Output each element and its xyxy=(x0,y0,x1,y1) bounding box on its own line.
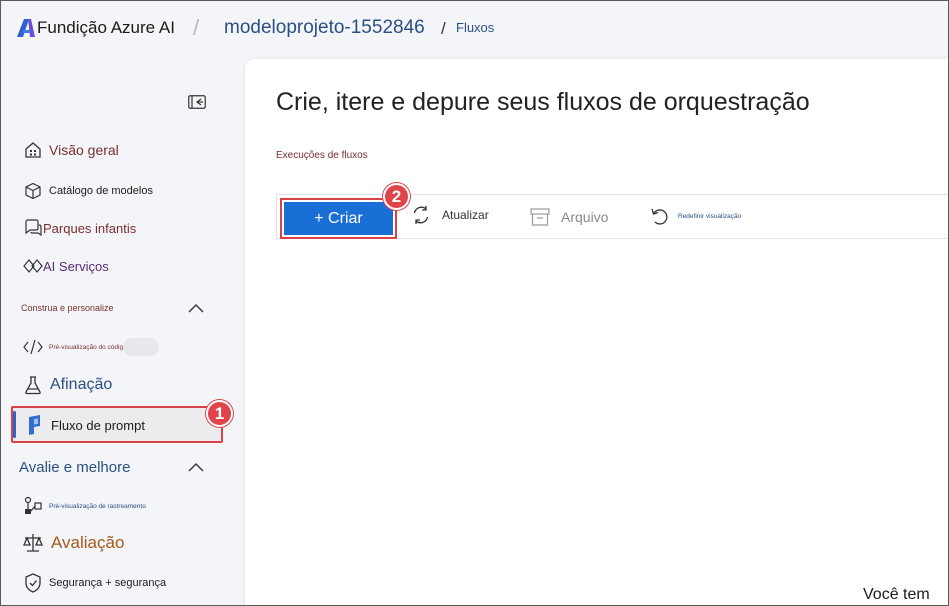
sidebar-item-code-preview[interactable]: Pré-visualização do código xyxy=(23,337,159,357)
page-title: Crie, itere e depure seus fluxos de orqu… xyxy=(276,88,810,116)
reset-icon xyxy=(649,206,669,226)
code-icon xyxy=(23,337,43,357)
sidebar-item-fine-tuning[interactable]: Afinação xyxy=(23,375,112,395)
top-bar: Fundição Azure AI / modeloprojeto-155284… xyxy=(1,1,948,57)
sidebar-item-label: Avaliação xyxy=(51,533,125,552)
sidebar-item-model-catalog[interactable]: Catálogo de modelos xyxy=(23,181,153,201)
sidebar-item-label: Fluxo de prompt xyxy=(51,417,145,433)
cube-icon xyxy=(23,181,43,201)
reset-view-label: Redefinir visualização xyxy=(678,212,742,220)
create-button-highlight: + Criar xyxy=(280,198,397,239)
sidebar-item-label: Segurança + segurança xyxy=(49,577,167,589)
flask-icon xyxy=(23,375,43,395)
sidebar-item-label: Pré-visualização do código xyxy=(49,343,127,351)
refresh-label: Atualizar xyxy=(442,208,489,222)
sidebar-item-ai-services[interactable]: AI Serviços xyxy=(23,256,109,276)
sidebar-item-label: Afinação xyxy=(50,376,113,393)
azure-ai-logo-icon xyxy=(17,19,35,37)
chat-bubbles-icon xyxy=(23,218,43,238)
collapse-sidebar-icon[interactable] xyxy=(188,95,206,109)
sidebar-item-label: Parques infantis xyxy=(43,220,137,236)
breadcrumb-current: Fluxos xyxy=(456,20,495,35)
selection-indicator xyxy=(13,411,16,438)
refresh-icon xyxy=(411,205,431,225)
tracing-icon xyxy=(23,496,43,516)
sidebar-item-prompt-flow[interactable]: Fluxo de prompt xyxy=(25,415,145,435)
reset-view-button[interactable]: Redefinir visualização xyxy=(649,206,741,226)
app-window: Fundição Azure AI / modeloprojeto-155284… xyxy=(0,0,949,606)
create-button[interactable]: + Criar xyxy=(284,202,393,235)
archive-button[interactable]: Arquivo xyxy=(530,207,608,227)
scale-icon xyxy=(23,533,43,553)
shield-icon xyxy=(23,573,43,593)
services-diamond-icon xyxy=(23,256,43,276)
tab-flow-runs[interactable]: Execuções de fluxos xyxy=(276,150,368,161)
archive-label: Arquivo xyxy=(561,209,609,225)
sidebar-item-overview[interactable]: Visão geral xyxy=(23,140,119,160)
home-grid-icon xyxy=(23,140,43,160)
preview-badge xyxy=(122,338,159,356)
sidebar-item-label: AI Serviços xyxy=(43,258,109,274)
sidebar-item-evaluation[interactable]: Avaliação xyxy=(23,533,124,553)
section-heading-evaluate: Avalie e melhore xyxy=(19,459,131,476)
breadcrumb-separator: / xyxy=(193,15,200,40)
callout-step-1: 1 xyxy=(206,400,233,427)
toolbar: + Criar Atualizar Arquivo Redefinir visu… xyxy=(276,194,948,239)
footer-text: Você tem xyxy=(863,586,930,603)
chevron-up-icon[interactable] xyxy=(188,303,204,313)
archive-icon xyxy=(530,207,550,227)
sidebar-item-tracing-preview[interactable]: Pré-visualização de rastreamento xyxy=(23,496,146,516)
project-name-link[interactable]: modeloprojeto-1552846 xyxy=(224,17,425,39)
sidebar-item-label: Pré-visualização de rastreamento xyxy=(49,502,146,510)
callout-step-2: 2 xyxy=(383,183,410,210)
main-panel: Crie, itere e depure seus fluxos de orqu… xyxy=(245,59,948,605)
prompt-flow-icon xyxy=(25,415,45,435)
chevron-up-icon[interactable] xyxy=(188,462,204,472)
brand-name[interactable]: Fundição Azure AI xyxy=(37,18,175,38)
sidebar-item-safety[interactable]: Segurança + segurança xyxy=(23,573,166,593)
section-heading-build: Construa e personalize xyxy=(21,303,114,313)
sidebar-item-label: Catálogo de modelos xyxy=(49,185,153,197)
sidebar-item-label: Visão geral xyxy=(49,142,119,158)
refresh-button[interactable]: Atualizar xyxy=(411,205,489,225)
breadcrumb-separator-2: / xyxy=(441,19,446,38)
sidebar-item-playgrounds[interactable]: Parques infantis xyxy=(23,218,136,238)
